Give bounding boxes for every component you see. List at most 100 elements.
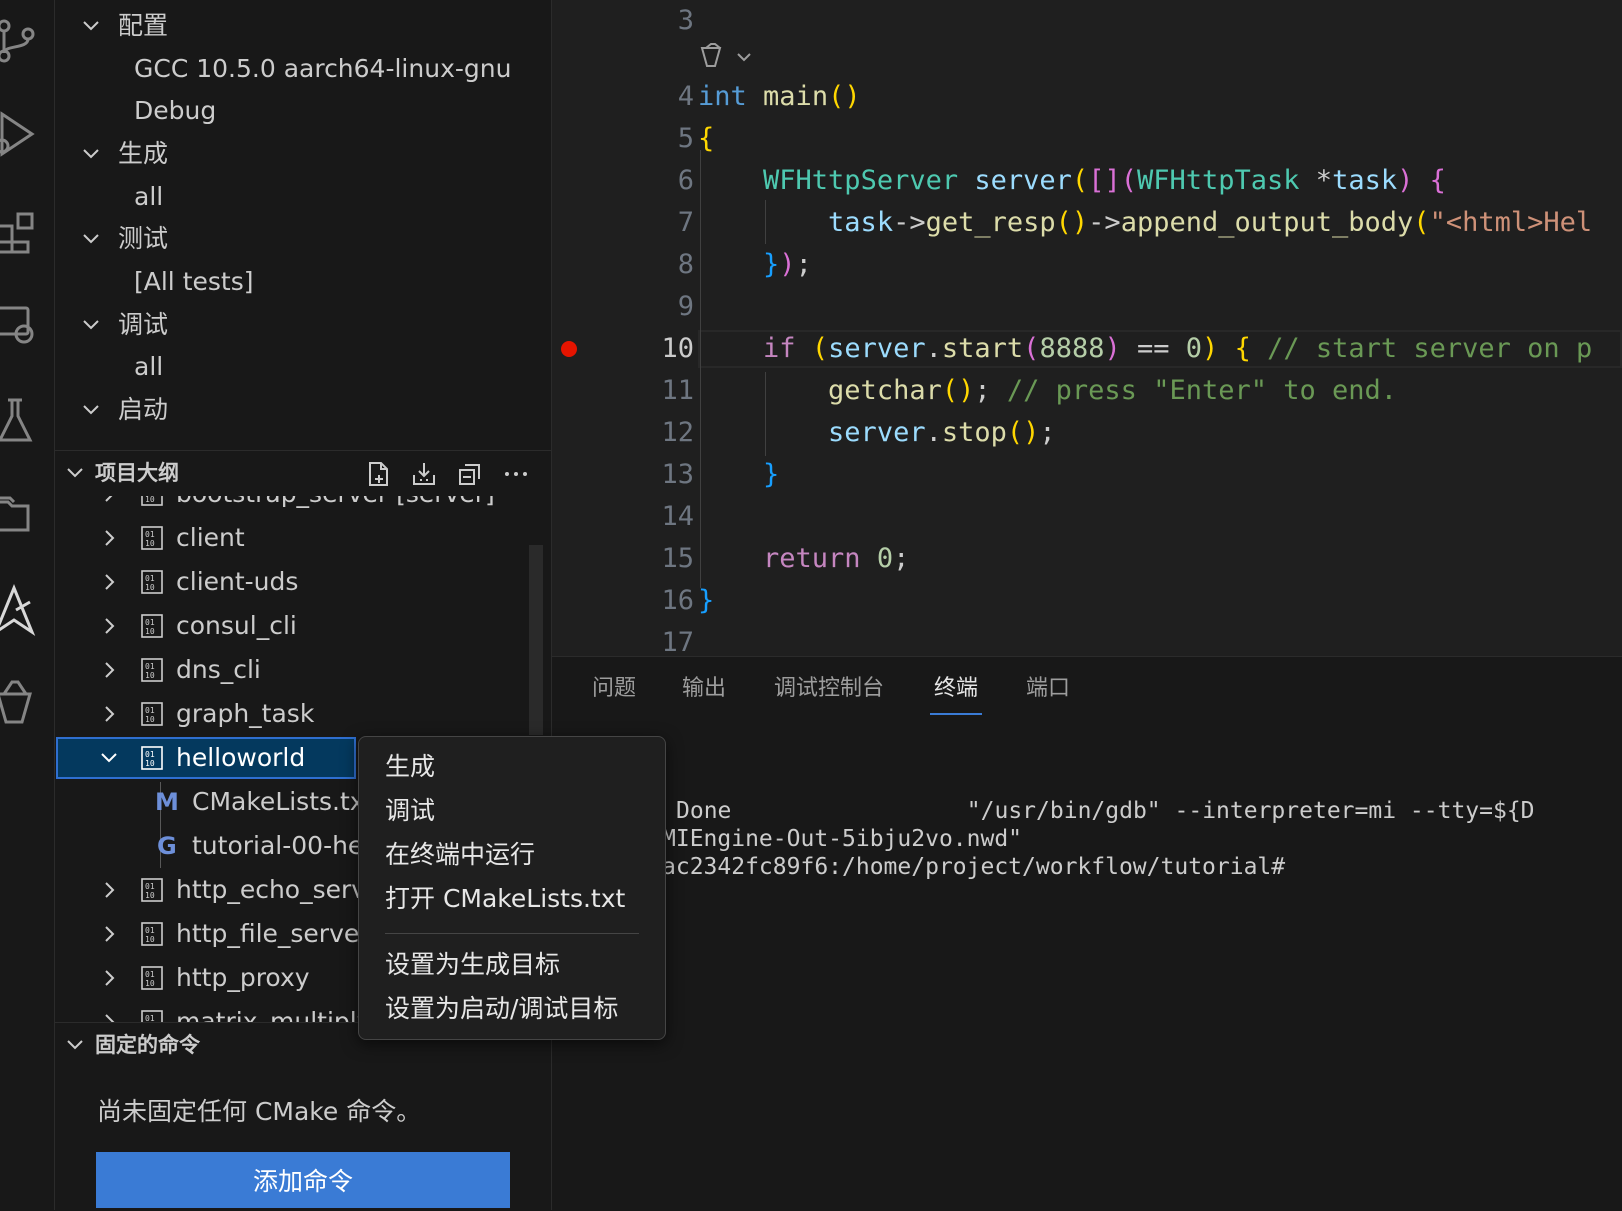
outline-item-client-uds[interactable]: 01 10 client-uds xyxy=(55,560,551,604)
line-number: 10 xyxy=(661,333,694,364)
svg-text:10: 10 xyxy=(145,891,155,900)
line-number: 9 xyxy=(677,291,694,322)
outline-item-client[interactable]: 01 10 client xyxy=(55,516,551,560)
svg-text:10: 10 xyxy=(145,539,155,548)
inline-chat-icon[interactable] xyxy=(698,42,758,72)
outline-item-label: http_proxy xyxy=(176,963,310,992)
svg-text:01: 01 xyxy=(145,970,155,979)
tree-group-launch[interactable]: 启动 xyxy=(55,388,551,432)
menu-item-build[interactable]: 生成 xyxy=(385,747,435,787)
cmake-tools-icon[interactable] xyxy=(0,568,54,638)
build-all-icon[interactable] xyxy=(411,461,437,487)
line-number: 12 xyxy=(661,417,694,448)
tab-debug-console[interactable]: 调试控制台 xyxy=(774,669,884,709)
svg-text:10: 10 xyxy=(145,759,155,768)
code-line: getchar(); // press "Enter" to end. xyxy=(828,375,1398,406)
tab-output[interactable]: 输出 xyxy=(682,669,726,709)
svg-text:10: 10 xyxy=(145,583,155,592)
line-number: 13 xyxy=(661,459,694,490)
ai-assistant-icon[interactable] xyxy=(0,660,54,730)
line-number: 17 xyxy=(661,627,694,656)
code-line: } xyxy=(763,459,780,490)
terminal-output[interactable]: Done "/usr/bin/gdb" --interpreter=mi --t… xyxy=(552,717,1622,1211)
chevron-right-icon xyxy=(105,1014,115,1022)
outline-item-label: graph_task xyxy=(176,699,315,728)
chevron-down-icon xyxy=(83,149,99,159)
svg-text:01: 01 xyxy=(145,1014,155,1022)
menu-item-run-in-terminal[interactable]: 在终端中运行 xyxy=(385,835,535,875)
outline-section-header[interactable]: 项目大纲 xyxy=(55,450,551,495)
terminal-line: MIEngine-Out-5ibju2vo.nwd" xyxy=(662,826,1023,852)
binary-target-icon: 0110 xyxy=(141,1010,163,1022)
code-line: { xyxy=(698,123,715,154)
tab-terminal[interactable]: 终端 xyxy=(934,669,978,709)
terminal-line: Done "/usr/bin/gdb" --interpreter=mi --t… xyxy=(676,798,1535,824)
menu-item-open-cmakelists[interactable]: 打开 CMakeLists.txt xyxy=(385,879,625,919)
line-number: 15 xyxy=(661,543,694,574)
outline-item-bootstrap-server[interactable]: 0110 bootstrap_server [server] xyxy=(55,496,551,516)
code-editor[interactable]: 3 4 int main() 5 { 6 WFHttpServer server… xyxy=(552,0,1622,656)
outline-item-label: helloworld xyxy=(176,743,306,772)
chevron-right-icon xyxy=(105,618,115,634)
line-number: 4 xyxy=(677,81,694,112)
context-menu: 生成 调试 在终端中运行 打开 CMakeLists.txt 设置为生成目标 设… xyxy=(358,736,666,1040)
tree-label: 配置 xyxy=(118,11,169,40)
more-actions-icon[interactable] xyxy=(503,461,529,487)
menu-separator xyxy=(385,933,639,934)
menu-item-set-build-target[interactable]: 设置为生成目标 xyxy=(385,945,560,985)
line-number: 6 xyxy=(677,165,694,196)
tree-item-debug-target[interactable]: all xyxy=(55,345,551,389)
svg-text:10: 10 xyxy=(145,496,155,504)
svg-text:10: 10 xyxy=(145,979,155,988)
tree-label: 调试 xyxy=(118,310,169,339)
tree-group-debug[interactable]: 调试 xyxy=(55,303,551,347)
tree-item-all-tests[interactable]: [All tests] xyxy=(55,260,551,304)
extensions-icon[interactable] xyxy=(0,188,54,258)
chevron-down-icon xyxy=(67,1040,83,1050)
binary-target-icon: 0110 xyxy=(141,966,163,990)
remote-explorer-icon[interactable] xyxy=(0,282,54,352)
tree-label: all xyxy=(134,182,164,211)
folder-explorer-icon[interactable] xyxy=(0,472,54,542)
source-control-icon[interactable] xyxy=(0,0,54,70)
testing-flask-icon[interactable] xyxy=(0,378,54,448)
outline-item-label: dns_cli xyxy=(176,655,261,684)
cpp-file-icon: G xyxy=(157,832,177,860)
chevron-down-icon xyxy=(101,753,117,763)
binary-target-icon: 0110 xyxy=(141,658,163,682)
outline-item-dns-cli[interactable]: 01 10 dns_cli xyxy=(55,648,551,692)
new-file-icon[interactable] xyxy=(365,461,391,487)
line-number: 8 xyxy=(677,249,694,280)
menu-item-debug[interactable]: 调试 xyxy=(385,791,435,831)
line-number: 14 xyxy=(661,501,694,532)
breakpoint-marker[interactable] xyxy=(561,341,577,357)
chevron-right-icon xyxy=(105,530,115,546)
svg-text:01: 01 xyxy=(145,662,155,671)
tree-group-build[interactable]: 生成 xyxy=(55,132,551,176)
menu-item-set-launch-debug-target[interactable]: 设置为启动/调试目标 xyxy=(385,989,618,1029)
outline-item-graph-task[interactable]: 01 10 graph_task xyxy=(55,692,551,736)
add-command-button[interactable]: 添加命令 xyxy=(96,1152,510,1208)
collapse-all-icon[interactable] xyxy=(457,461,483,487)
svg-text:10: 10 xyxy=(145,935,155,944)
svg-text:01: 01 xyxy=(145,618,155,627)
tab-problems[interactable]: 问题 xyxy=(592,669,636,709)
tree-group-test[interactable]: 测试 xyxy=(55,217,551,261)
svg-text:10: 10 xyxy=(145,627,155,636)
bottom-panel: 问题 输出 调试控制台 终端 端口 Done "/usr/bin/gdb" --… xyxy=(552,656,1622,1211)
code-line: return 0; xyxy=(763,543,910,574)
svg-text:01: 01 xyxy=(145,882,155,891)
run-debug-icon[interactable] xyxy=(0,92,54,162)
code-line: } xyxy=(698,585,715,616)
tree-item-compiler-kit[interactable]: GCC 10.5.0 aarch64-linux-gnu xyxy=(55,47,551,91)
code-line: if (server.start(8888) == 0) { // start … xyxy=(763,333,1593,364)
outline-item-label: client xyxy=(176,523,245,552)
outline-item-consul-cli[interactable]: 01 10 consul_cli xyxy=(55,604,551,648)
tab-ports[interactable]: 端口 xyxy=(1026,669,1070,709)
outline-item-label: matrix_multiply xyxy=(176,1007,372,1022)
line-number: 16 xyxy=(661,585,694,616)
tree-item-build-type[interactable]: Debug xyxy=(55,89,551,133)
activity-bar xyxy=(0,0,55,1210)
tree-group-config[interactable]: 配置 xyxy=(55,4,551,48)
tree-item-build-target[interactable]: all xyxy=(55,175,551,219)
